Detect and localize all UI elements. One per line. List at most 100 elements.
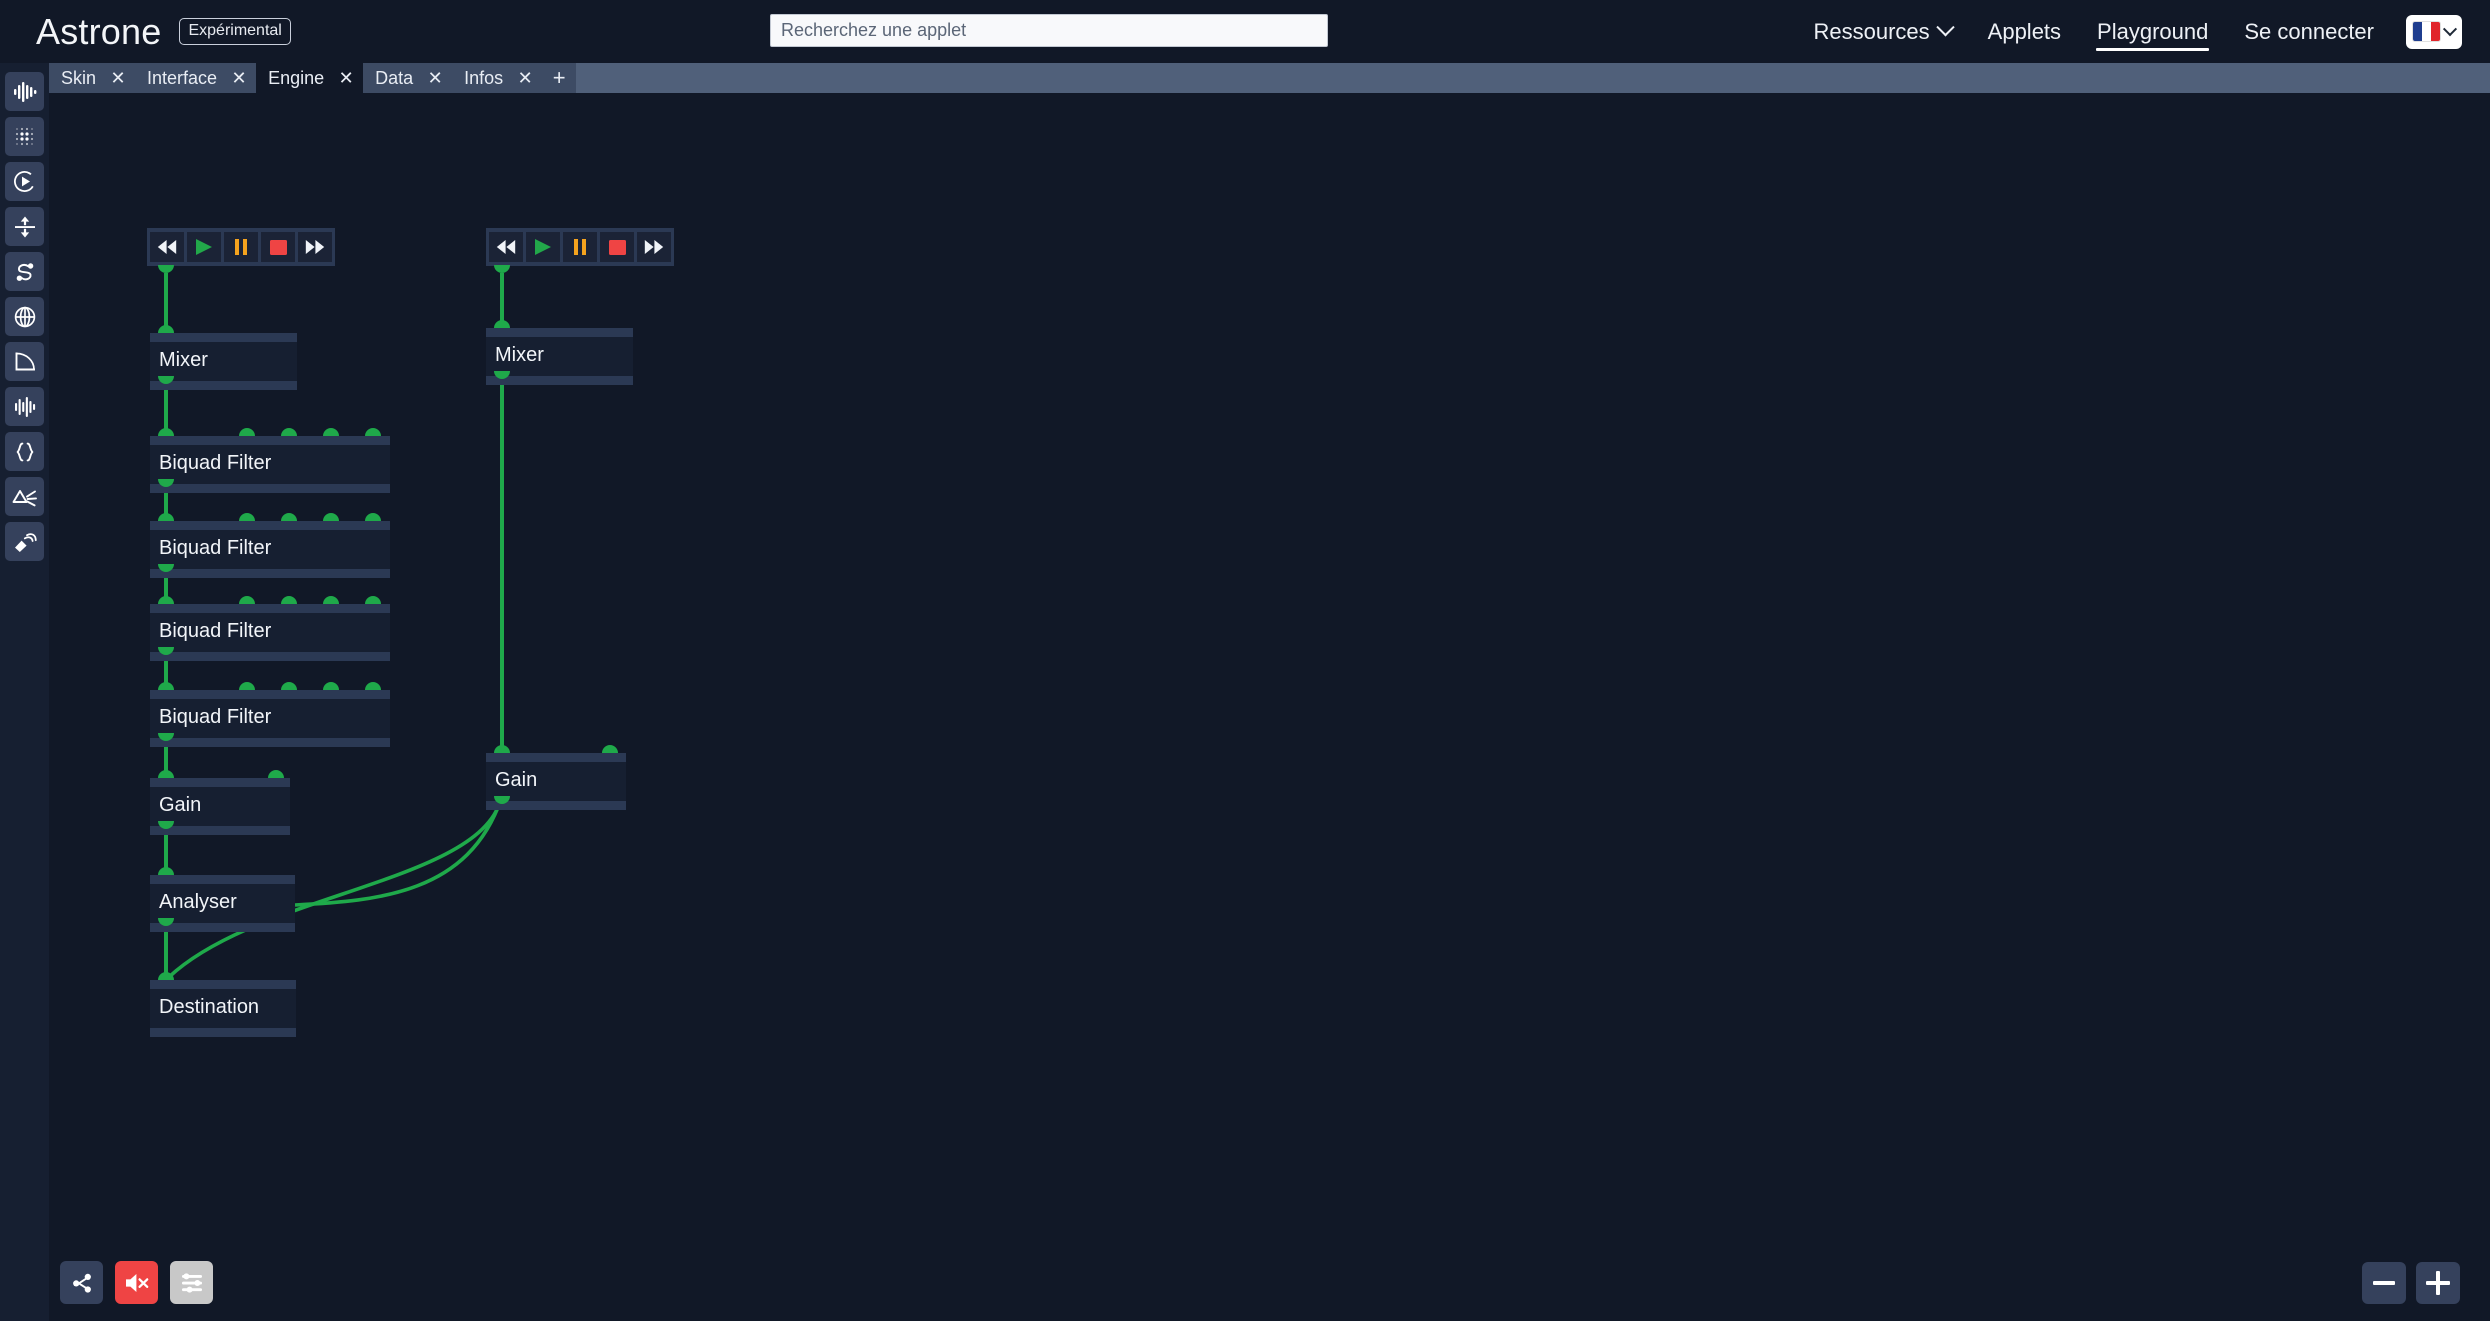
nav-item-label: Se connecter [2244, 18, 2374, 44]
node-biquad-filter-1-param-port-3[interactable] [323, 428, 339, 436]
stop-button[interactable] [261, 232, 295, 262]
node-graph-canvas[interactable]: Mixer Biquad Filter Biquad Filter Biquad… [49, 93, 2490, 1321]
nav-item-ressources[interactable]: Ressources [1796, 0, 1970, 63]
node-title: Biquad Filter [150, 445, 390, 484]
share-button[interactable] [60, 1261, 103, 1304]
tab-close-icon[interactable]: ✕ [427, 69, 443, 87]
node-biquad-filter-1-param-port-1[interactable] [239, 428, 255, 436]
sidebar-item-megaphone[interactable] [5, 522, 44, 561]
node-biquad-filter-2-param-port-1[interactable] [239, 513, 255, 521]
tab-interface[interactable]: Interface ✕ [135, 63, 257, 93]
nav-item-se-connecter[interactable]: Se connecter [2226, 0, 2392, 63]
node-gain-1-input-port[interactable] [158, 770, 174, 778]
tab-bar-filler [576, 63, 2490, 93]
angle-curve-icon [15, 352, 35, 370]
node-biquad-filter-1-input-port[interactable] [158, 428, 174, 436]
node-footer [150, 569, 390, 578]
node-footer [150, 923, 295, 932]
tab-data[interactable]: Data ✕ [363, 63, 453, 93]
node-gain-1-param-port[interactable] [268, 770, 284, 778]
node-biquad-filter-2-input-port[interactable] [158, 513, 174, 521]
node-mixer-1[interactable]: Mixer [150, 333, 297, 390]
tab-skin[interactable]: Skin ✕ [49, 63, 136, 93]
tab-close-icon[interactable]: ✕ [517, 69, 533, 87]
node-mixer-2-input-port[interactable] [494, 320, 510, 328]
nav-item-applets[interactable]: Applets [1970, 0, 2079, 63]
node-biquad-filter-1-param-port-2[interactable] [281, 428, 297, 436]
node-biquad-filter-4-param-port-4[interactable] [365, 682, 381, 690]
node-biquad-filter-2-param-port-4[interactable] [365, 513, 381, 521]
node-gain-2-input-port[interactable] [494, 745, 510, 753]
sidebar-item-play-circle[interactable] [5, 162, 44, 201]
fast-forward-button[interactable] [298, 232, 332, 262]
transport-left-output-port[interactable] [158, 265, 174, 273]
play-button[interactable] [187, 232, 221, 262]
settings-button[interactable] [170, 1261, 213, 1304]
add-tab-button[interactable]: + [542, 63, 577, 93]
sidebar-item-equalizer[interactable] [5, 387, 44, 426]
node-footer [486, 801, 626, 810]
rewind-button[interactable] [150, 232, 184, 262]
node-biquad-filter-3[interactable]: Biquad Filter [150, 604, 390, 661]
node-biquad-filter-3-input-port[interactable] [158, 596, 174, 604]
megaphone-icon [15, 532, 37, 552]
node-footer [150, 1028, 296, 1037]
node-biquad-filter-1-param-port-4[interactable] [365, 428, 381, 436]
tab-close-icon[interactable]: ✕ [110, 69, 126, 87]
node-header [150, 778, 290, 787]
tab-engine[interactable]: Engine ✕ [256, 63, 364, 93]
sidebar-item-link-nodes[interactable] [5, 252, 44, 291]
node-biquad-filter-2[interactable]: Biquad Filter [150, 521, 390, 578]
sidebar-item-waveform[interactable] [5, 72, 44, 111]
nav-item-playground[interactable]: Playground [2079, 0, 2226, 63]
rewind-button[interactable] [489, 232, 523, 262]
node-biquad-filter-4-param-port-2[interactable] [281, 682, 297, 690]
plus-icon [2426, 1271, 2450, 1295]
tab-infos[interactable]: Infos ✕ [452, 63, 543, 93]
sidebar-item-angle-curve[interactable] [5, 342, 44, 381]
fast-forward-button[interactable] [637, 232, 671, 262]
language-selector[interactable] [2406, 14, 2462, 49]
tab-close-icon[interactable]: ✕ [338, 69, 354, 87]
node-gain-2-param-port[interactable] [602, 745, 618, 753]
pause-button[interactable] [563, 232, 597, 262]
minus-icon [2373, 1281, 2395, 1285]
node-biquad-filter-2-param-port-3[interactable] [323, 513, 339, 521]
node-header [150, 521, 390, 530]
pause-button[interactable] [224, 232, 258, 262]
edge-analyser-to-gain-2 [294, 798, 503, 907]
sidebar-item-noise-burst[interactable] [5, 477, 44, 516]
play-button[interactable] [526, 232, 560, 262]
sidebar-item-dot-grid[interactable] [5, 117, 44, 156]
node-biquad-filter-2-param-port-2[interactable] [281, 513, 297, 521]
node-biquad-filter-3-param-port-4[interactable] [365, 596, 381, 604]
tab-close-icon[interactable]: ✕ [231, 69, 247, 87]
search-input[interactable] [770, 14, 1328, 47]
node-mixer-2[interactable]: Mixer [486, 328, 633, 385]
node-analyser-input-port[interactable] [158, 867, 174, 875]
node-biquad-filter-3-param-port-1[interactable] [239, 596, 255, 604]
node-destination-input-port[interactable] [158, 972, 174, 980]
node-biquad-filter-3-param-port-3[interactable] [323, 596, 339, 604]
node-biquad-filter-3-param-port-2[interactable] [281, 596, 297, 604]
node-footer [150, 826, 290, 835]
zoom-out-button[interactable] [2362, 1262, 2406, 1304]
transport-right [486, 228, 674, 266]
sidebar-item-curly-braces[interactable] [5, 432, 44, 471]
node-biquad-filter-4-param-port-1[interactable] [239, 682, 255, 690]
node-mixer-1-input-port[interactable] [158, 325, 174, 333]
node-biquad-filter-4[interactable]: Biquad Filter [150, 690, 390, 747]
node-biquad-filter-4-param-port-3[interactable] [323, 682, 339, 690]
node-biquad-filter-1[interactable]: Biquad Filter [150, 436, 390, 493]
mute-button[interactable] [115, 1261, 158, 1304]
stop-button[interactable] [600, 232, 634, 262]
sidebar-item-globe[interactable] [5, 297, 44, 336]
flag-fr-icon [2413, 22, 2440, 41]
node-destination[interactable]: Destination [150, 980, 296, 1037]
zoom-in-button[interactable] [2416, 1262, 2460, 1304]
node-biquad-filter-4-input-port[interactable] [158, 682, 174, 690]
transport-right-output-port[interactable] [494, 265, 510, 273]
sidebar-item-vertical-arrows[interactable] [5, 207, 44, 246]
graph-edges [164, 273, 504, 980]
app-logo-title: Astrone [36, 10, 162, 52]
